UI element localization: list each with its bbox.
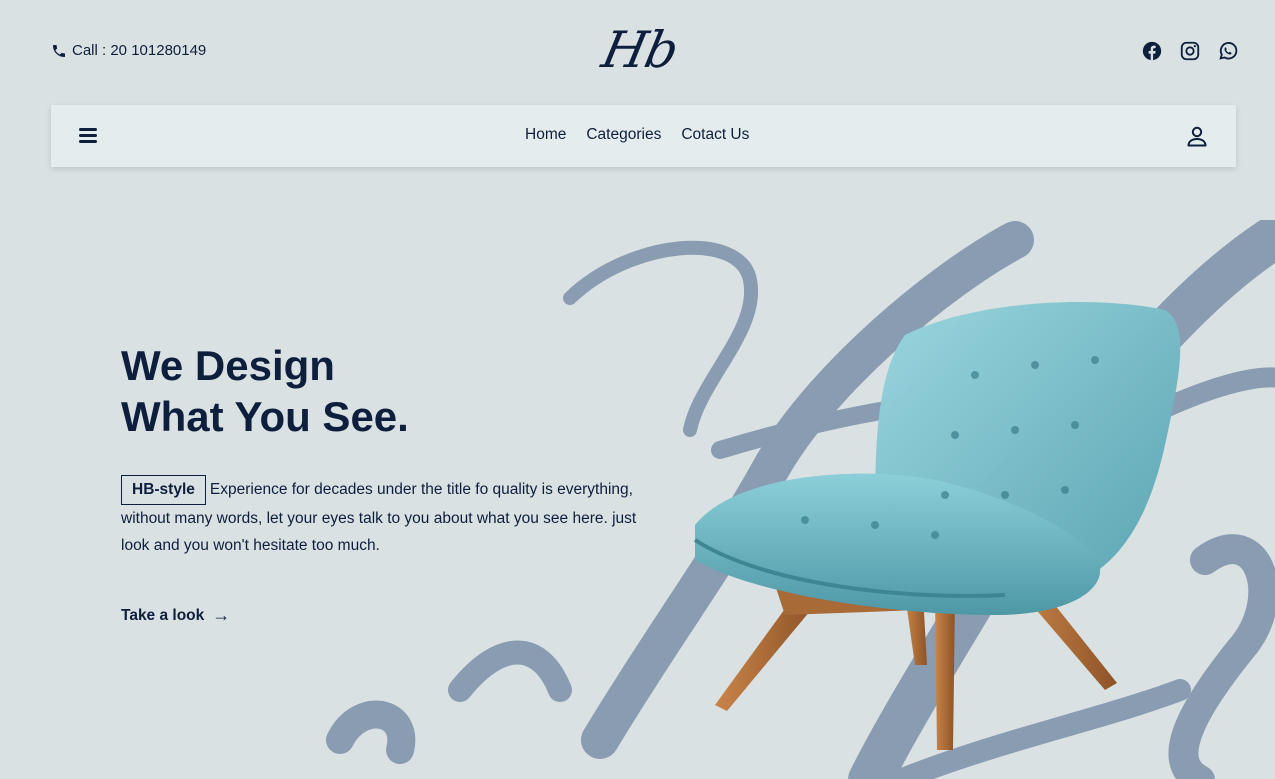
hero-description-block: HB-style Experience for decades under the…	[121, 475, 641, 559]
nav-links: Home Categories Cotact Us	[525, 126, 749, 144]
take-a-look-link[interactable]: Take a look →	[121, 605, 230, 626]
social-links	[1141, 40, 1239, 62]
phone-link[interactable]: Call : 20 101280149	[51, 42, 206, 59]
armchair-image	[693, 302, 1181, 750]
user-icon[interactable]	[1185, 124, 1209, 148]
main-navbar: Home Categories Cotact Us	[51, 105, 1236, 167]
nav-link-home[interactable]: Home	[525, 126, 566, 144]
facebook-icon[interactable]	[1141, 40, 1163, 62]
nav-link-categories[interactable]: Categories	[586, 126, 661, 144]
phone-icon	[53, 44, 65, 57]
hero-text-block: We Design What You See. HB-style Experien…	[121, 340, 641, 626]
hero-headline: We Design What You See.	[121, 340, 641, 442]
brand-tag: HB-style	[121, 475, 206, 505]
instagram-icon[interactable]	[1179, 40, 1201, 62]
arrow-right-icon: →	[212, 605, 231, 625]
whatsapp-icon[interactable]	[1217, 40, 1239, 62]
cta-label: Take a look	[121, 606, 205, 624]
top-bar: Call : 20 101280149 Hb Style	[0, 0, 1275, 155]
phone-label: Call : 20 101280149	[72, 42, 207, 59]
logo[interactable]: Hb Style	[532, 12, 748, 155]
headline-line-2: What You See.	[121, 393, 409, 440]
nav-link-contact[interactable]: Cotact Us	[681, 126, 749, 144]
headline-line-1: We Design	[121, 342, 335, 389]
menu-icon[interactable]	[79, 125, 99, 145]
